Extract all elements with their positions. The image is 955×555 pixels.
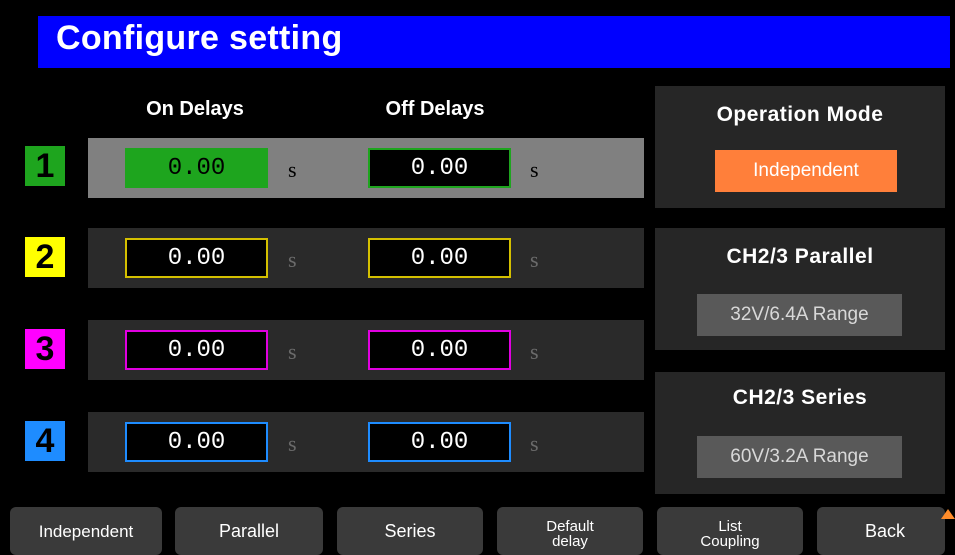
channel-4-badge: 4 bbox=[25, 421, 65, 461]
series-panel: CH2/3 Series 60V/3.2A Range bbox=[655, 372, 945, 494]
default-delay-line2: delay bbox=[552, 533, 588, 550]
channel-3-on-unit: s bbox=[288, 339, 297, 364]
channel-2-on-unit: s bbox=[288, 247, 297, 272]
list-coupling-softkey[interactable]: List Coupling bbox=[657, 507, 803, 555]
channel-1-badge: 1 bbox=[25, 146, 65, 186]
channel-1-on-delay-input[interactable]: 0.00 bbox=[125, 148, 268, 188]
channel-3-off-unit: s bbox=[530, 339, 539, 364]
channel-2-off-delay-input[interactable]: 0.00 bbox=[368, 238, 511, 278]
off-delays-header: Off Delays bbox=[385, 98, 485, 120]
on-delays-header: On Delays bbox=[146, 98, 244, 120]
title-bar: Configure setting bbox=[38, 16, 950, 68]
list-coupling-line2: Coupling bbox=[700, 533, 760, 550]
default-delay-softkey[interactable]: Default delay bbox=[497, 507, 643, 555]
independent-softkey[interactable]: Independent bbox=[10, 507, 162, 555]
default-delay-line1: Default bbox=[546, 518, 594, 535]
channel-1-off-delay-input[interactable]: 0.00 bbox=[368, 148, 511, 188]
channel-4-off-delay-input[interactable]: 0.00 bbox=[368, 422, 511, 462]
parallel-title: CH2/3 Parallel bbox=[726, 245, 874, 268]
channel-4-on-unit: s bbox=[288, 431, 297, 456]
channel-1-off-unit: s bbox=[530, 157, 539, 182]
operation-mode-title: Operation Mode bbox=[716, 103, 884, 126]
parallel-panel: CH2/3 Parallel 32V/6.4A Range bbox=[655, 228, 945, 350]
channel-3-off-delay-input[interactable]: 0.00 bbox=[368, 330, 511, 370]
series-title: CH2/3 Series bbox=[732, 386, 868, 409]
channel-4-on-delay-input[interactable]: 0.00 bbox=[125, 422, 268, 462]
channel-3-on-delay-input[interactable]: 0.00 bbox=[125, 330, 268, 370]
channel-4-off-unit: s bbox=[530, 431, 539, 456]
channel-3-badge: 3 bbox=[25, 329, 65, 369]
page-title: Configure setting bbox=[56, 19, 343, 57]
channel-2-badge: 2 bbox=[25, 237, 65, 277]
channel-1-on-unit: s bbox=[288, 157, 297, 182]
channel-2-off-unit: s bbox=[530, 247, 539, 272]
back-softkey[interactable]: Back bbox=[817, 507, 945, 555]
series-softkey[interactable]: Series bbox=[337, 507, 483, 555]
list-coupling-line1: List bbox=[718, 518, 742, 535]
parallel-range-value[interactable]: 32V/6.4A Range bbox=[697, 294, 902, 336]
channel-2-on-delay-input[interactable]: 0.00 bbox=[125, 238, 268, 278]
up-arrow-icon bbox=[941, 509, 955, 519]
series-range-value[interactable]: 60V/3.2A Range bbox=[697, 436, 902, 478]
parallel-softkey[interactable]: Parallel bbox=[175, 507, 323, 555]
operation-mode-panel: Operation Mode Independent bbox=[655, 86, 945, 208]
operation-mode-value[interactable]: Independent bbox=[715, 150, 897, 192]
